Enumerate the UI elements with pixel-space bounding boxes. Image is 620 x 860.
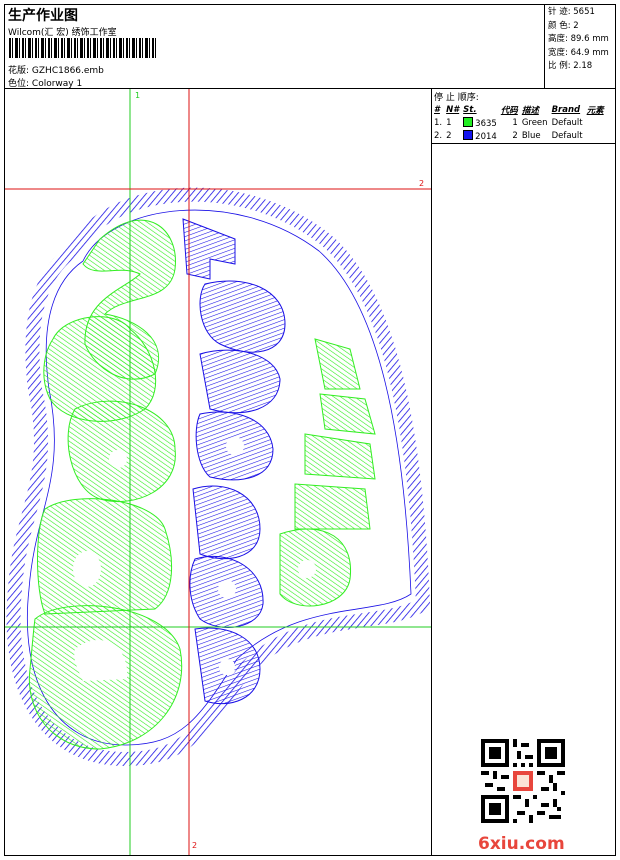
stop-sequence-title: 停 止 顺序: xyxy=(434,93,479,103)
colorway-label: 色位: xyxy=(8,79,30,89)
cheer-counters xyxy=(298,560,316,578)
thread-brand: Default xyxy=(551,130,583,141)
col-header: Brand xyxy=(551,104,581,115)
thread-code: 2014 xyxy=(475,131,497,142)
page-title: 生产作业图 xyxy=(8,8,78,24)
needle-number: 1 xyxy=(446,117,452,128)
thread-code-cell: 2014 xyxy=(462,129,500,142)
table-row: 2. 2 2014 2 Blue Default xyxy=(433,129,607,142)
color-swatch xyxy=(463,129,474,140)
thread-brand: Default xyxy=(551,117,583,128)
colorway-name: Colorway 1 xyxy=(31,79,83,89)
col-header: N# xyxy=(446,104,460,115)
barcode xyxy=(9,38,157,58)
header-panel: 生产作业图 Wilcom(汇 宏) 绣饰工作室 花版: GZHC1866.emb… xyxy=(5,5,545,89)
design-height: 高度: 89.6 mm xyxy=(548,34,609,44)
red-guide-label-bottom: 2 xyxy=(192,841,198,850)
file-label: 花版: xyxy=(8,66,30,76)
color-count: 颜 色: 2 xyxy=(548,20,579,31)
file-info: 花版: GZHC1866.emb xyxy=(8,63,104,76)
row-number: 2. xyxy=(434,130,443,141)
needle-number: 2 xyxy=(446,130,452,141)
site-watermark: 6xiu.com xyxy=(478,834,565,854)
blue-lettering-country xyxy=(182,218,286,705)
thread-index: 1 xyxy=(512,117,518,128)
embroidery-preview xyxy=(5,89,431,855)
col-header: 代码 xyxy=(500,105,518,116)
green-lettering-cheer xyxy=(279,338,376,607)
color-swatch xyxy=(463,116,474,127)
col-header: 元素 xyxy=(586,105,604,116)
table-header-row: # N# St. 代码 描述 Brand 元素 xyxy=(433,103,607,116)
colorway-info: 色位: Colorway 1 xyxy=(8,76,82,89)
studio-name: Wilcom(汇 宏) 绣饰工作室 xyxy=(8,28,117,38)
production-worksheet: 生产作业图 Wilcom(汇 宏) 绣饰工作室 花版: GZHC1866.emb… xyxy=(4,4,616,856)
table-row: 1. 1 3635 1 Green Default xyxy=(433,116,607,129)
design-canvas: 1 2 2 xyxy=(5,89,432,855)
thread-description: Green xyxy=(521,117,548,128)
thread-description: Blue xyxy=(521,130,541,141)
stitch-count: 针 迹: 5651 xyxy=(548,7,595,17)
element-cell xyxy=(586,116,607,129)
thread-index: 2 xyxy=(512,130,518,141)
stop-sequence-panel: 停 止 顺序: # N# St. 代码 描述 Brand 元素 1. 1 363… xyxy=(432,89,615,144)
stats-panel: 针 迹: 5651 颜 色: 2 高度: 89.6 mm 宽度: 64.9 mm… xyxy=(545,5,615,89)
thread-code-cell: 3635 xyxy=(462,116,500,129)
red-guide-label-right: 2 xyxy=(419,179,425,188)
col-header: St. xyxy=(463,104,477,115)
thread-code: 3635 xyxy=(475,118,497,129)
row-number: 1. xyxy=(434,117,443,128)
element-cell xyxy=(586,129,607,142)
col-header: 描述 xyxy=(521,105,539,116)
file-name: GZHC1866.emb xyxy=(31,66,104,76)
design-scale: 比 例: 2.18 xyxy=(548,61,593,71)
stop-sequence-table: # N# St. 代码 描述 Brand 元素 1. 1 3635 1 Gree… xyxy=(433,103,607,142)
green-guide-label: 1 xyxy=(135,91,141,100)
qr-code xyxy=(481,739,565,823)
design-width: 宽度: 64.9 mm xyxy=(548,47,609,58)
col-header: # xyxy=(434,104,440,115)
